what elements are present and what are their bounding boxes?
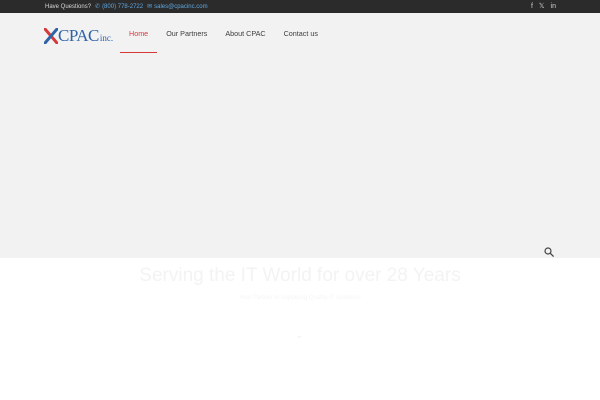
questions-label: Have Questions? <box>45 3 92 10</box>
mail-icon: ✉ <box>147 3 153 10</box>
email-link[interactable]: ✉ sales@cpacinc.com <box>147 4 207 10</box>
main-navigation: Home Our Partners About CPAC Contact us <box>120 13 327 54</box>
nav-item-contact-us[interactable]: Contact us <box>275 13 327 53</box>
hero-subline: Your Partner in Supplying Quality IT Sol… <box>239 295 361 301</box>
site-logo[interactable]: CPAC inc. <box>44 24 113 44</box>
logo-mark-icon <box>44 28 58 44</box>
x-twitter-icon[interactable]: 𝕏 <box>539 3 545 10</box>
logo-suffix-text: inc. <box>99 33 114 43</box>
social-links: f 𝕏 in <box>531 0 556 13</box>
phone-number: (800) 778-2722 <box>102 3 144 10</box>
hero-banner <box>0 53 600 258</box>
phone-icon: ✆ <box>95 3 101 10</box>
logo-brand-text: CPAC <box>58 26 99 45</box>
search-icon[interactable] <box>544 247 554 257</box>
facebook-icon[interactable]: f <box>531 3 533 10</box>
email-address: sales@cpacinc.com <box>154 3 208 10</box>
nav-item-home[interactable]: Home <box>120 13 158 54</box>
linkedin-icon[interactable]: in <box>551 3 556 10</box>
nav-item-about-cpac[interactable]: About CPAC <box>216 13 274 53</box>
contact-info: Have Questions? ✆ (800) 778-2722 ✉ sales… <box>45 0 208 13</box>
scroll-down-icon[interactable]: ⌄ <box>295 330 303 341</box>
site-header: CPAC inc. Home Our Partners About CPAC C… <box>0 13 600 54</box>
phone-link[interactable]: ✆ (800) 778-2722 <box>95 4 143 10</box>
hero-headline: Serving the IT World for over 28 Years <box>139 265 461 286</box>
top-bar: Have Questions? ✆ (800) 778-2722 ✉ sales… <box>0 0 600 13</box>
nav-item-our-partners[interactable]: Our Partners <box>157 13 216 53</box>
